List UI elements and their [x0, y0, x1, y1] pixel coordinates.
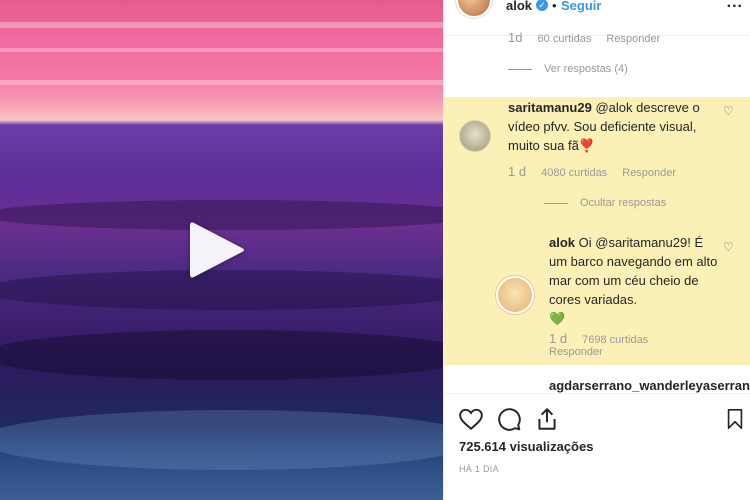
- hide-replies-button[interactable]: Ocultar respostas: [544, 197, 666, 209]
- divider-line: [544, 202, 568, 204]
- play-icon: [190, 222, 244, 278]
- reply-username[interactable]: alok: [549, 235, 575, 250]
- reply-text: Oi @saritamanu29! É um barco navegando e…: [549, 235, 718, 307]
- ocean-wave: [0, 330, 443, 380]
- post-panel: alok ✓ • Seguir ... 1d 60 curtidas Respo…: [443, 0, 750, 500]
- reply-likes[interactable]: 7698 curtidas: [582, 334, 648, 346]
- comment-time: 1d: [508, 30, 523, 45]
- comment-icon[interactable]: [496, 406, 522, 432]
- avatar[interactable]: [456, 0, 492, 18]
- bookmark-icon[interactable]: [724, 406, 746, 432]
- reply-meta-second-line: Responder: [549, 346, 615, 358]
- header-username[interactable]: alok: [506, 0, 532, 13]
- play-button[interactable]: [185, 218, 249, 282]
- ocean-wave: [0, 410, 443, 470]
- comment-body: saritamanu29 @alok descreve o vídeo pfvv…: [508, 98, 723, 155]
- video-player[interactable]: [0, 0, 443, 500]
- reply-meta: 1 d 7698 curtidas: [549, 331, 729, 346]
- comment-username[interactable]: saritamanu29: [508, 100, 592, 115]
- reply-button[interactable]: Responder: [622, 167, 676, 179]
- reply-time: 1 d: [549, 331, 568, 346]
- separator-dot: •: [552, 0, 557, 13]
- sky-streak: [0, 22, 443, 28]
- heart-icon[interactable]: [458, 406, 484, 432]
- divider-line: [508, 68, 532, 70]
- view-count: 725.614 visualizações: [459, 439, 594, 454]
- like-reply-heart-icon[interactable]: ♡: [723, 240, 734, 254]
- green-heart-emoji: 💚: [549, 311, 566, 326]
- comment-avatar[interactable]: [459, 120, 491, 152]
- comment-time: 1 d: [508, 164, 527, 179]
- reply-button[interactable]: Responder: [549, 346, 603, 358]
- comment-likes[interactable]: 60 curtidas: [538, 33, 592, 45]
- follow-button[interactable]: Seguir: [561, 0, 601, 13]
- action-bar: 725.614 visualizações HÁ 1 DIA: [444, 393, 750, 500]
- hide-replies-label: Ocultar respostas: [580, 197, 667, 209]
- previous-comment-meta: 1d 60 curtidas Responder: [508, 30, 672, 45]
- post-timestamp: HÁ 1 DIA: [459, 464, 499, 474]
- view-replies-button[interactable]: Ver respostas (4): [508, 63, 628, 75]
- heart-emoji: ❣️: [578, 138, 596, 153]
- like-comment-heart-icon[interactable]: ♡: [723, 104, 734, 118]
- view-replies-label: Ver respostas (4): [544, 63, 628, 75]
- comment-likes[interactable]: 4080 curtidas: [541, 167, 607, 179]
- comment-meta: 1 d 4080 curtidas Responder: [508, 164, 688, 179]
- sky-streak: [0, 80, 443, 85]
- more-options-icon[interactable]: ...: [727, 0, 743, 12]
- reply-button[interactable]: Responder: [606, 33, 660, 45]
- verified-icon: ✓: [536, 0, 548, 11]
- next-comment-username[interactable]: agdarserrano_wanderleyaserrano: [549, 378, 750, 393]
- sky-streak: [0, 48, 443, 52]
- share-icon[interactable]: [534, 406, 560, 432]
- reply-avatar[interactable]: [496, 276, 534, 314]
- reply-body: alok Oi @saritamanu29! É um barco navega…: [549, 233, 724, 328]
